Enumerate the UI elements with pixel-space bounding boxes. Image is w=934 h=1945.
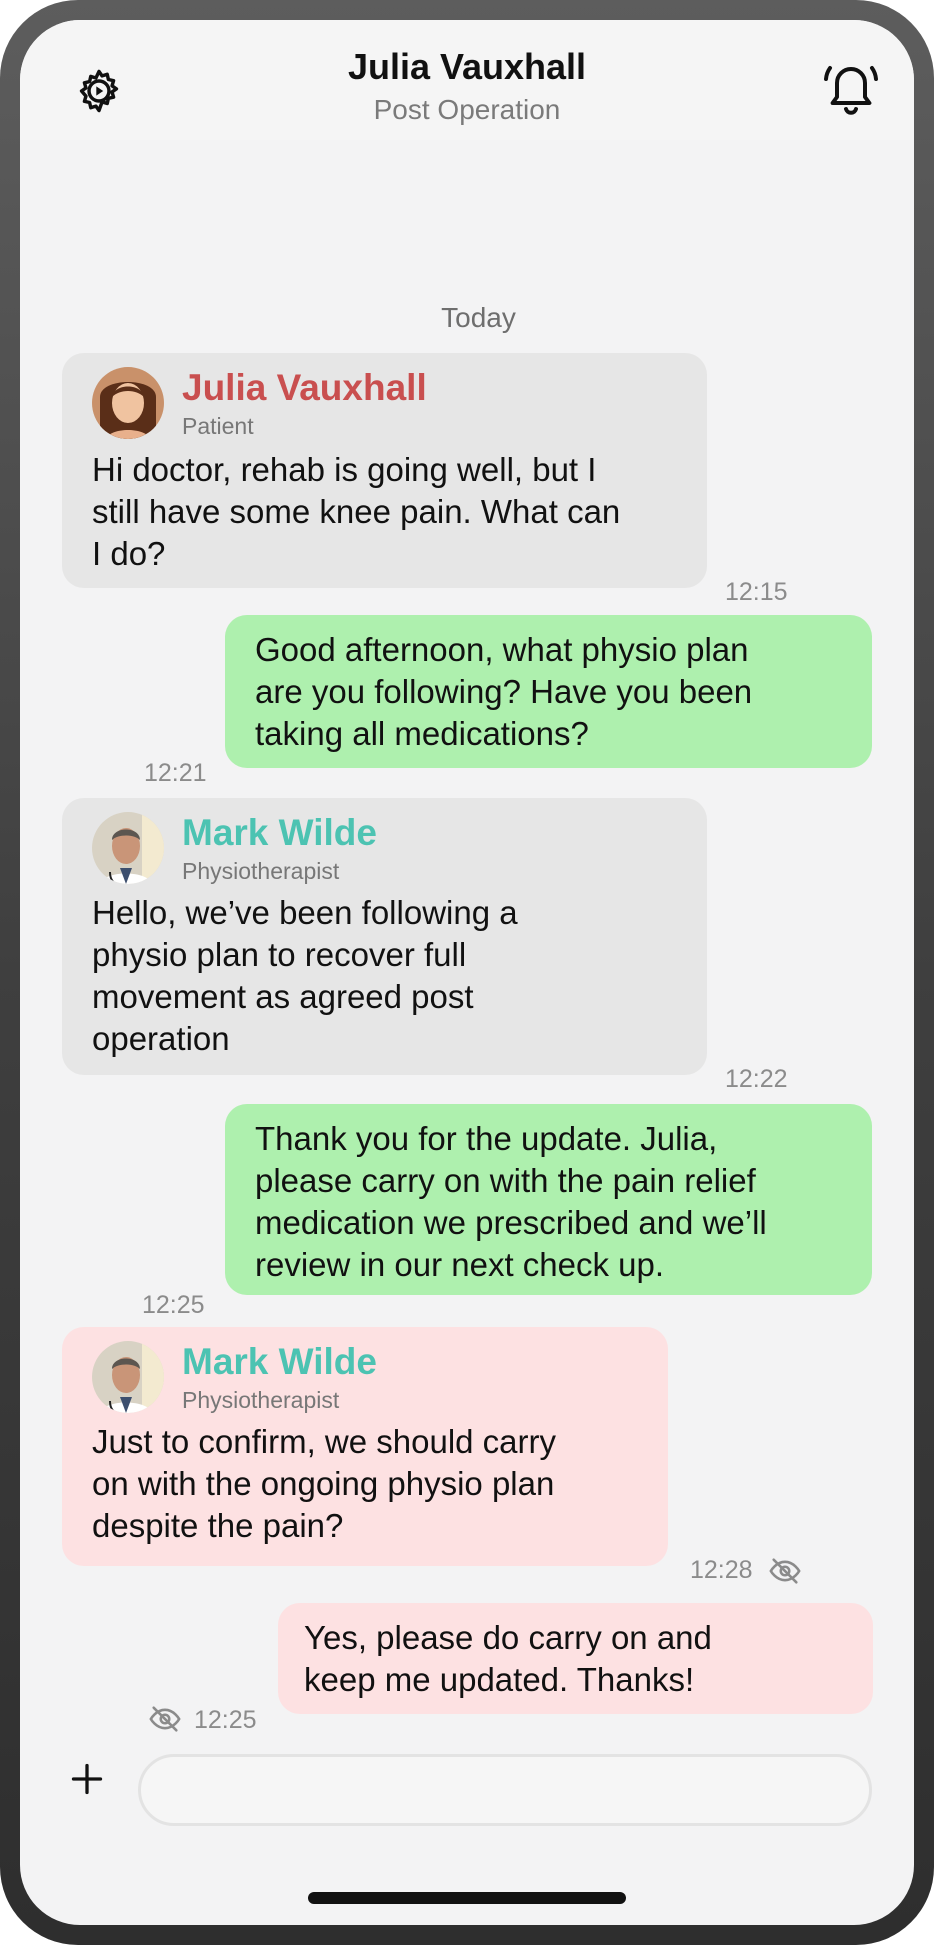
eye-off-icon [148,1702,182,1736]
message-time: 12:25 [194,1706,257,1734]
avatar [92,367,164,439]
sender-name: Mark Wilde [182,812,377,853]
message-time: 12:25 [142,1291,205,1319]
sender-name: Julia Vauxhall [182,367,427,408]
message-text: Yes, please do carry on and keep me upda… [304,1619,712,1698]
sender-role: Physiotherapist [182,858,340,884]
avatar [92,1341,164,1413]
incoming-message[interactable]: Mark Wilde Physiotherapist Hello, we’ve … [62,798,707,1075]
message-time: 12:15 [725,578,788,606]
chat-title: Julia Vauxhall [347,46,587,87]
outgoing-message[interactable]: Good afternoon, what physio plan are you… [225,615,872,768]
message-text: Good afternoon, what physio plan are you… [255,631,753,752]
chat-screen: Julia Vauxhall Post Operation Today Juli… [20,20,914,1925]
message-text: Hi doctor, rehab is going well, but I st… [92,451,621,572]
incoming-message[interactable]: Julia Vauxhall Patient Hi doctor, rehab … [62,353,707,588]
message-input[interactable] [138,1754,872,1826]
plus-icon[interactable] [64,1756,110,1802]
message-time: 12:22 [725,1065,788,1093]
outgoing-message-unread[interactable]: Yes, please do carry on and keep me upda… [278,1603,873,1714]
home-indicator[interactable] [308,1892,626,1904]
incoming-message-unread[interactable]: Mark Wilde Physiotherapist Just to confi… [62,1327,668,1566]
message-text: Just to confirm, we should carry on with… [92,1423,556,1544]
chat-header: Julia Vauxhall Post Operation [20,20,914,140]
message-time: 12:21 [144,759,207,787]
sender-name: Mark Wilde [182,1341,377,1382]
phone-frame: Julia Vauxhall Post Operation Today Juli… [0,0,934,1945]
day-separator: Today [441,302,516,333]
outgoing-message[interactable]: Thank you for the update. Julia, please … [225,1104,872,1295]
sender-role: Physiotherapist [182,1387,340,1413]
eye-off-icon [768,1554,802,1588]
chat-subtitle: Post Operation [373,94,561,125]
message-time: 12:28 [690,1556,753,1584]
message-text: Thank you for the update. Julia, please … [255,1120,767,1283]
bell-icon[interactable] [820,56,882,120]
message-text: Hello, we’ve been following a physio pla… [92,894,518,1057]
avatar [92,812,164,884]
sender-role: Patient [182,413,254,439]
